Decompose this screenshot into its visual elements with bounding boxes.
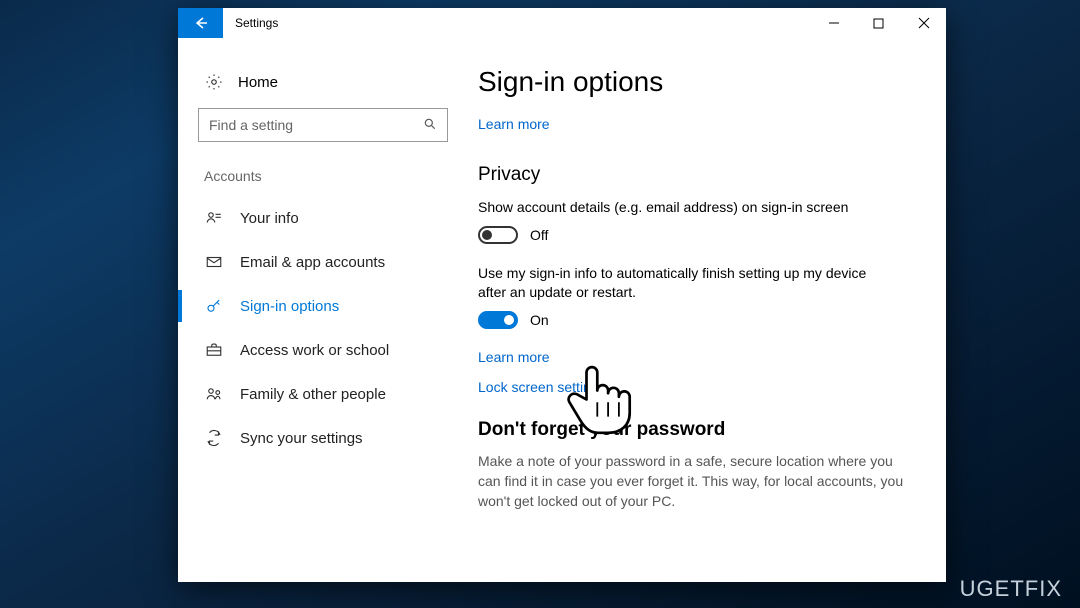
learn-more-link[interactable]: Learn more: [478, 116, 550, 132]
sidebar-item-label: Access work or school: [240, 342, 389, 359]
sidebar-item-your-info[interactable]: Your info: [198, 196, 448, 240]
sidebar-item-signin-options[interactable]: Sign-in options: [198, 284, 448, 328]
forgot-password-heading: Don't forget your password: [478, 419, 916, 441]
privacy-setting1-toggle[interactable]: [478, 226, 518, 244]
content-pane: Sign-in options Learn more Privacy Show …: [468, 38, 946, 582]
sidebar-item-email-accounts[interactable]: Email & app accounts: [198, 240, 448, 284]
privacy-setting2-state: On: [530, 312, 549, 328]
sidebar-item-sync[interactable]: Sync your settings: [198, 416, 448, 460]
watermark: UGETFIX: [960, 576, 1062, 602]
sidebar-item-label: Family & other people: [240, 386, 386, 403]
sidebar-item-family[interactable]: Family & other people: [198, 372, 448, 416]
search-placeholder: Find a setting: [209, 117, 293, 133]
key-icon: [204, 296, 224, 316]
close-button[interactable]: [901, 8, 946, 38]
home-label: Home: [238, 74, 278, 91]
search-icon: [423, 117, 437, 134]
settings-window: Settings Home Find a setting Accounts: [178, 8, 946, 582]
sync-icon: [204, 428, 224, 448]
lock-screen-settings-link[interactable]: Lock screen settings: [478, 379, 916, 395]
titlebar: Settings: [178, 8, 946, 38]
privacy-setting2-label: Use my sign-in info to automatically fin…: [478, 264, 878, 303]
forgot-password-text: Make a note of your password in a safe, …: [478, 451, 908, 512]
home-button[interactable]: Home: [198, 68, 448, 108]
mail-icon: [204, 252, 224, 272]
privacy-setting1-label: Show account details (e.g. email address…: [478, 198, 878, 218]
privacy-setting1-state: Off: [530, 227, 548, 243]
sidebar-item-label: Sync your settings: [240, 430, 363, 447]
learn-more-link-2[interactable]: Learn more: [478, 349, 916, 365]
gear-icon: [204, 72, 224, 92]
minimize-button[interactable]: [811, 8, 856, 38]
privacy-setting2-toggle[interactable]: [478, 311, 518, 329]
people-icon: [204, 384, 224, 404]
maximize-button[interactable]: [856, 8, 901, 38]
window-title: Settings: [223, 8, 811, 38]
search-input[interactable]: Find a setting: [198, 108, 448, 142]
briefcase-icon: [204, 340, 224, 360]
sidebar-item-label: Sign-in options: [240, 298, 339, 315]
back-button[interactable]: [178, 8, 223, 38]
sidebar: Home Find a setting Accounts Your info E…: [178, 38, 468, 582]
sidebar-item-label: Your info: [240, 210, 299, 227]
sidebar-section: Accounts: [198, 168, 448, 184]
person-card-icon: [204, 208, 224, 228]
sidebar-item-work-school[interactable]: Access work or school: [198, 328, 448, 372]
page-title: Sign-in options: [478, 66, 916, 98]
sidebar-item-label: Email & app accounts: [240, 254, 385, 271]
privacy-heading: Privacy: [478, 164, 916, 186]
